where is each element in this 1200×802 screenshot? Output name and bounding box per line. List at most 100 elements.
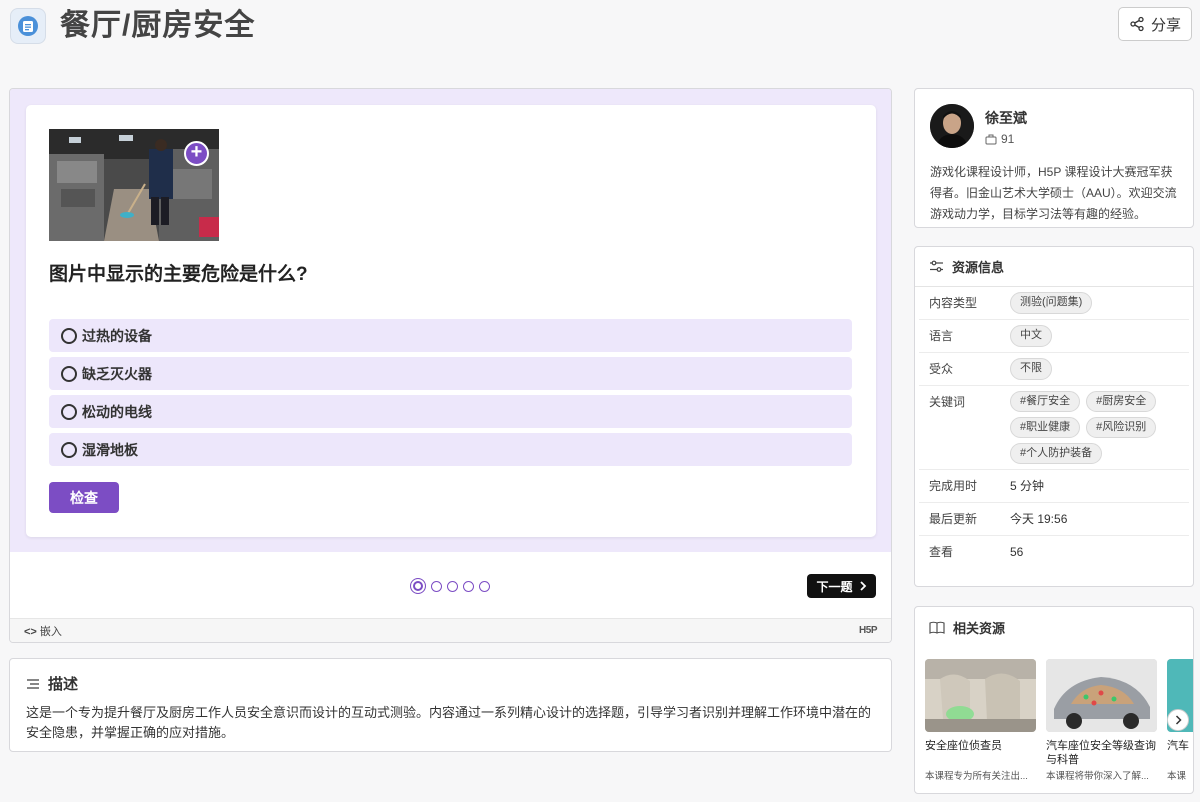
description-panel: 描述 这是一个专为提升餐厅及厨房工作人员安全意识而设计的互动式测验。内容通过一系…	[9, 658, 892, 752]
keyword-tag[interactable]: #风险识别	[1086, 417, 1157, 438]
question-card: + 图片中显示的主要危险是什么? 过热的设备 缺乏灭火器 松动的电线 湿滑地板 …	[26, 105, 876, 537]
related-thumbnail	[1046, 659, 1157, 732]
check-button[interactable]: 检查	[49, 482, 119, 513]
description-header: 描述	[26, 673, 875, 694]
h5p-logo[interactable]: H5P	[859, 625, 877, 636]
question-text: 图片中显示的主要危险是什么?	[49, 264, 308, 285]
related-next-button[interactable]	[1167, 709, 1189, 731]
book-icon	[929, 621, 945, 634]
info-label: 查看	[929, 545, 954, 559]
info-label: 最后更新	[929, 512, 978, 526]
keyword-tag[interactable]: #个人防护装备	[1010, 443, 1103, 464]
share-button[interactable]: 分享	[1118, 7, 1192, 41]
slide-dots	[410, 578, 490, 594]
description-heading: 描述	[48, 676, 79, 693]
slide-navigation: 下一题	[10, 552, 891, 620]
author-panel: 徐至斌 91 游戏化课程设计师，H5P 课程设计大赛冠军获得者。旧金山艺术大学硕…	[914, 88, 1194, 228]
question-image[interactable]: +	[49, 129, 219, 241]
keyword-tag[interactable]: #餐厅安全	[1010, 391, 1081, 412]
slide-dot[interactable]	[431, 580, 442, 592]
info-row-audience: 受众 不限	[919, 353, 1189, 386]
share-icon	[1130, 16, 1144, 32]
info-row-views: 查看 56	[919, 536, 1189, 568]
info-label: 受众	[929, 362, 954, 376]
resource-info-heading: 资源信息	[952, 260, 1005, 275]
related-subtitle: 本课程专为所有关注出...	[925, 771, 1028, 782]
slide-dot[interactable]	[463, 580, 474, 592]
resource-info-header: 资源信息	[915, 247, 1193, 287]
chevron-right-icon	[859, 581, 866, 591]
code-icon: <>	[24, 625, 37, 638]
related-header: 相关资源	[915, 607, 1193, 647]
info-row-keywords: 关键词 #餐厅安全 #厨房安全 #职业健康 #风险识别 #个人防护装备	[919, 386, 1189, 470]
related-title: 安全座位侦查员	[925, 740, 1002, 752]
related-list: 安全座位侦查员 本课程专为所有关注出... 汽车座位安全等级查询与科普 本课程将…	[925, 659, 1193, 782]
related-thumbnail	[925, 659, 1036, 732]
related-card[interactable]: 汽车座位安全等级查询与科普 本课程将带你深入了解...	[1046, 659, 1157, 782]
info-label: 内容类型	[929, 296, 978, 310]
chevron-right-icon	[1175, 715, 1182, 725]
author-photo	[930, 104, 974, 148]
info-row-language: 语言 中文	[919, 320, 1189, 353]
related-subtitle: 本课程将带你深入了解...	[1046, 771, 1149, 782]
related-heading: 相关资源	[953, 620, 1006, 636]
answer-label: 湿滑地板	[82, 441, 138, 458]
info-label: 关键词	[929, 395, 966, 409]
h5p-player: + 图片中显示的主要危险是什么? 过热的设备 缺乏灭火器 松动的电线 湿滑地板 …	[9, 88, 892, 643]
radio-icon	[61, 441, 77, 458]
audience-tag[interactable]: 不限	[1010, 358, 1052, 380]
related-card[interactable]: 安全座位侦查员 本课程专为所有关注出...	[925, 659, 1036, 782]
answer-option[interactable]: 过热的设备	[49, 319, 852, 352]
author-count-value: 91	[1001, 132, 1015, 146]
radio-icon	[61, 327, 77, 344]
answer-option[interactable]: 缺乏灭火器	[49, 357, 852, 390]
related-subtitle: 本课	[1167, 771, 1187, 782]
keyword-tag[interactable]: #职业健康	[1010, 417, 1081, 438]
language-tag[interactable]: 中文	[1010, 325, 1052, 347]
author-bio: 游戏化课程设计师，H5P 课程设计大赛冠军获得者。旧金山艺术大学硕士（AAU）。…	[930, 165, 1177, 221]
updated-value: 今天 19:56	[1010, 512, 1068, 526]
avatar[interactable]	[930, 104, 974, 148]
answer-option[interactable]: 湿滑地板	[49, 433, 852, 466]
zoom-image-button[interactable]: +	[184, 141, 209, 166]
keyword-tag[interactable]: #厨房安全	[1086, 391, 1157, 412]
embed-link[interactable]: <> 嵌入	[24, 623, 62, 639]
page-title: 餐厅/厨房安全	[60, 9, 256, 42]
slide-dot[interactable]	[447, 580, 458, 592]
radio-icon	[61, 365, 77, 382]
answer-label: 松动的电线	[82, 403, 152, 420]
player-footer: <> 嵌入 H5P	[10, 618, 891, 642]
info-row-content-type: 内容类型 测验(问题集)	[919, 287, 1189, 320]
answer-label: 缺乏灭火器	[82, 365, 152, 382]
content-type-tag[interactable]: 测验(问题集)	[1010, 292, 1093, 314]
views-value: 56	[1010, 545, 1024, 559]
info-row-updated: 最后更新 今天 19:56	[919, 503, 1189, 536]
radio-icon	[61, 403, 77, 420]
related-title: 汽车座位安全等级查询与科普	[1046, 740, 1156, 766]
next-question-button[interactable]: 下一题	[807, 574, 876, 598]
related-title: 汽车	[1167, 740, 1189, 752]
related-resources-panel: 相关资源 安全座位侦查员 本课程专为所有关注出... 汽车座位安全等级查询与科普…	[914, 606, 1194, 794]
slide-dot-current[interactable]	[410, 578, 426, 594]
duration-value: 5 分钟	[1010, 479, 1045, 493]
app-icon	[10, 8, 46, 44]
info-label: 语言	[929, 329, 954, 343]
answer-option[interactable]: 松动的电线	[49, 395, 852, 428]
player-stage: + 图片中显示的主要危险是什么? 过热的设备 缺乏灭火器 松动的电线 湿滑地板 …	[10, 89, 891, 552]
info-row-duration: 完成用时 5 分钟	[919, 470, 1189, 503]
document-icon	[18, 16, 38, 36]
car-cutaway-image	[1046, 659, 1157, 732]
list-icon	[27, 678, 39, 689]
answer-options: 过热的设备 缺乏灭火器 松动的电线 湿滑地板	[49, 319, 852, 471]
author-name[interactable]: 徐至斌	[985, 108, 1027, 128]
resource-info-panel: 资源信息 内容类型 测验(问题集) 语言 中文 受众 不限 关键词 #餐厅安全 …	[914, 246, 1194, 587]
next-label: 下一题	[816, 579, 853, 594]
share-label: 分享	[1150, 16, 1181, 34]
car-seat-image	[925, 659, 1036, 732]
sliders-icon	[930, 260, 943, 272]
embed-label: 嵌入	[39, 625, 62, 638]
author-resource-count: 91	[985, 132, 1014, 146]
slide-dot[interactable]	[479, 580, 490, 592]
description-text: 这是一个专为提升餐厅及厨房工作人员安全意识而设计的互动式测验。内容通过一系列精心…	[26, 705, 872, 740]
info-label: 完成用时	[929, 479, 978, 493]
